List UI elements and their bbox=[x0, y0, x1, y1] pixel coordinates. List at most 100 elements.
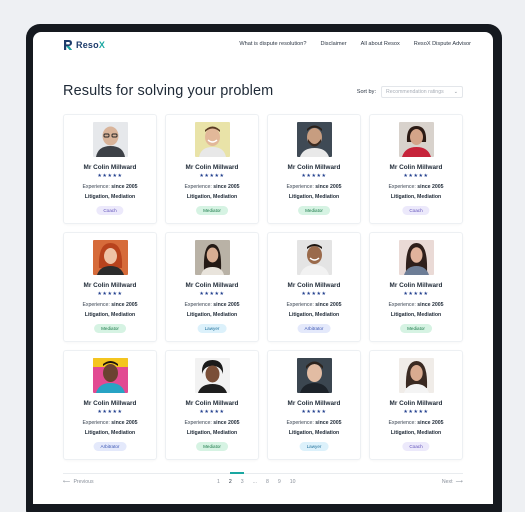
experience-label: Experience: bbox=[286, 302, 314, 308]
role-badge: Coach bbox=[96, 206, 124, 215]
expert-card[interactable]: Mr Colin Millward ★★★★★ Experience: sinc… bbox=[267, 350, 361, 460]
expert-name: Mr Colin Millward bbox=[389, 282, 443, 289]
role-badge: Arbitrator bbox=[297, 324, 331, 333]
expert-card[interactable]: Mr Colin Millward ★★★★★ Experience: sinc… bbox=[165, 232, 259, 342]
role-badge: Mediator bbox=[298, 206, 330, 215]
next-page-button[interactable]: Next ⟶ bbox=[442, 479, 463, 485]
expert-card[interactable]: Mr Colin Millward ★★★★★ Experience: sinc… bbox=[369, 350, 463, 460]
expert-card[interactable]: Mr Colin Millward ★★★★★ Experience: sinc… bbox=[267, 232, 361, 342]
experience-label: Experience: bbox=[388, 184, 416, 190]
experience-label: Experience: bbox=[286, 420, 314, 426]
specialties: Litigation, Mediation bbox=[288, 430, 340, 436]
star-rating: ★★★★★ bbox=[199, 291, 225, 297]
expert-card[interactable]: Mr Colin Millward ★★★★★ Experience: sinc… bbox=[165, 114, 259, 224]
experience-label: Experience: bbox=[82, 302, 110, 308]
experience-value: since 2005 bbox=[111, 420, 138, 426]
previous-label: Previous bbox=[73, 479, 94, 485]
star-rating: ★★★★★ bbox=[301, 291, 327, 297]
specialties: Litigation, Mediation bbox=[84, 194, 136, 200]
role-badge: Mediator bbox=[94, 324, 126, 333]
next-label: Next bbox=[441, 479, 453, 485]
sort-dropdown-value: Recommendation ratings bbox=[386, 89, 444, 95]
specialties: Litigation, Mediation bbox=[84, 430, 136, 436]
expert-card[interactable]: Mr Colin Millward ★★★★★ Experience: sinc… bbox=[267, 114, 361, 224]
specialties: Litigation, Mediation bbox=[186, 194, 238, 200]
experience-value: since 2005 bbox=[315, 302, 342, 308]
experience-text: Experience: since 2005 bbox=[268, 184, 360, 190]
specialties: Litigation, Mediation bbox=[288, 312, 340, 318]
star-rating: ★★★★★ bbox=[97, 291, 123, 297]
smiling-man-avatar-2 bbox=[297, 240, 332, 275]
star-rating: ★★★★★ bbox=[301, 173, 327, 179]
experience-text: Experience: since 2005 bbox=[370, 302, 462, 308]
expert-name: Mr Colin Millward bbox=[185, 164, 239, 171]
experience-value: since 2005 bbox=[213, 184, 240, 190]
expert-card[interactable]: Mr Colin Millward ★★★★★ Experience: sinc… bbox=[63, 114, 157, 224]
star-rating: ★★★★★ bbox=[301, 409, 327, 415]
nav-link-all-about-resox[interactable]: All about Resox bbox=[361, 41, 400, 47]
brand-name: ResoX bbox=[76, 40, 105, 50]
specialties: Litigation, Mediation bbox=[186, 430, 238, 436]
expert-name: Mr Colin Millward bbox=[83, 282, 137, 289]
specialties: Litigation, Mediation bbox=[390, 430, 442, 436]
nav-link-dispute-advisor[interactable]: ResoX Dispute Advisor bbox=[414, 41, 471, 47]
expert-name: Mr Colin Millward bbox=[185, 400, 239, 407]
nav-link-disclaimer[interactable]: Disclaimer bbox=[320, 41, 346, 47]
experience-text: Experience: since 2005 bbox=[268, 420, 360, 426]
pagination-divider bbox=[63, 473, 463, 474]
role-badge: Mediator bbox=[400, 324, 432, 333]
experience-label: Experience: bbox=[82, 420, 110, 426]
expert-card[interactable]: Mr Colin Millward ★★★★★ Experience: sinc… bbox=[369, 232, 463, 342]
page-title: Results for solving your problem bbox=[63, 83, 274, 99]
brand-logo[interactable]: ResoX bbox=[63, 39, 105, 51]
brand-name-main: Reso bbox=[76, 40, 99, 50]
footer-bar bbox=[33, 504, 493, 512]
experience-value: since 2005 bbox=[213, 302, 240, 308]
expert-name: Mr Colin Millward bbox=[83, 400, 137, 407]
resox-logo-icon bbox=[63, 39, 73, 51]
sort-dropdown[interactable]: Recommendation ratings ⌄ bbox=[381, 86, 463, 98]
woman-dark-hair-avatar bbox=[399, 358, 434, 393]
pagination-active-indicator bbox=[230, 472, 244, 474]
page-link-2[interactable]: 2 bbox=[229, 479, 232, 485]
man-pink-background-avatar bbox=[93, 358, 128, 393]
red-haired-woman-avatar bbox=[93, 240, 128, 275]
experience-label: Experience: bbox=[184, 184, 212, 190]
experience-text: Experience: since 2005 bbox=[64, 302, 156, 308]
role-badge: Arbitrator bbox=[93, 442, 127, 451]
page-link-3[interactable]: 3 bbox=[241, 479, 244, 485]
experience-value: since 2005 bbox=[417, 184, 444, 190]
experience-value: since 2005 bbox=[111, 302, 138, 308]
experience-text: Experience: since 2005 bbox=[64, 184, 156, 190]
experience-label: Experience: bbox=[388, 420, 416, 426]
dark-haired-woman-avatar bbox=[195, 240, 230, 275]
page-link-9[interactable]: 9 bbox=[278, 479, 281, 485]
experience-label: Experience: bbox=[388, 302, 416, 308]
man-curly-hair-avatar bbox=[195, 358, 230, 393]
expert-card[interactable]: Mr Colin Millward ★★★★★ Experience: sinc… bbox=[369, 114, 463, 224]
page-link-10[interactable]: 10 bbox=[290, 479, 296, 485]
experience-value: since 2005 bbox=[315, 184, 342, 190]
experience-value: since 2005 bbox=[111, 184, 138, 190]
pagination-pages: 1 2 3 ... 8 9 10 bbox=[217, 479, 296, 485]
experience-label: Experience: bbox=[82, 184, 110, 190]
page-link-1[interactable]: 1 bbox=[217, 479, 220, 485]
experience-label: Experience: bbox=[184, 302, 212, 308]
nav-link-what-is-dispute-resolution[interactable]: What is dispute resolution? bbox=[239, 41, 306, 47]
star-rating: ★★★★★ bbox=[97, 173, 123, 179]
arrow-left-icon: ⟵ bbox=[63, 479, 71, 485]
experience-label: Experience: bbox=[184, 420, 212, 426]
expert-card[interactable]: Mr Colin Millward ★★★★★ Experience: sinc… bbox=[63, 350, 157, 460]
previous-page-button[interactable]: ⟵ Previous bbox=[63, 479, 94, 485]
page-link-8[interactable]: 8 bbox=[266, 479, 269, 485]
brand-name-accent: X bbox=[98, 40, 106, 50]
experience-label: Experience: bbox=[286, 184, 314, 190]
sort-label: Sort by: bbox=[356, 89, 376, 95]
bearded-man-avatar bbox=[297, 122, 332, 157]
role-badge: Lawyer bbox=[299, 442, 329, 451]
expert-card[interactable]: Mr Colin Millward ★★★★★ Experience: sinc… bbox=[165, 350, 259, 460]
experience-value: since 2005 bbox=[417, 420, 444, 426]
specialties: Litigation, Mediation bbox=[186, 312, 238, 318]
expert-card[interactable]: Mr Colin Millward ★★★★★ Experience: sinc… bbox=[63, 232, 157, 342]
expert-name: Mr Colin Millward bbox=[83, 164, 137, 171]
